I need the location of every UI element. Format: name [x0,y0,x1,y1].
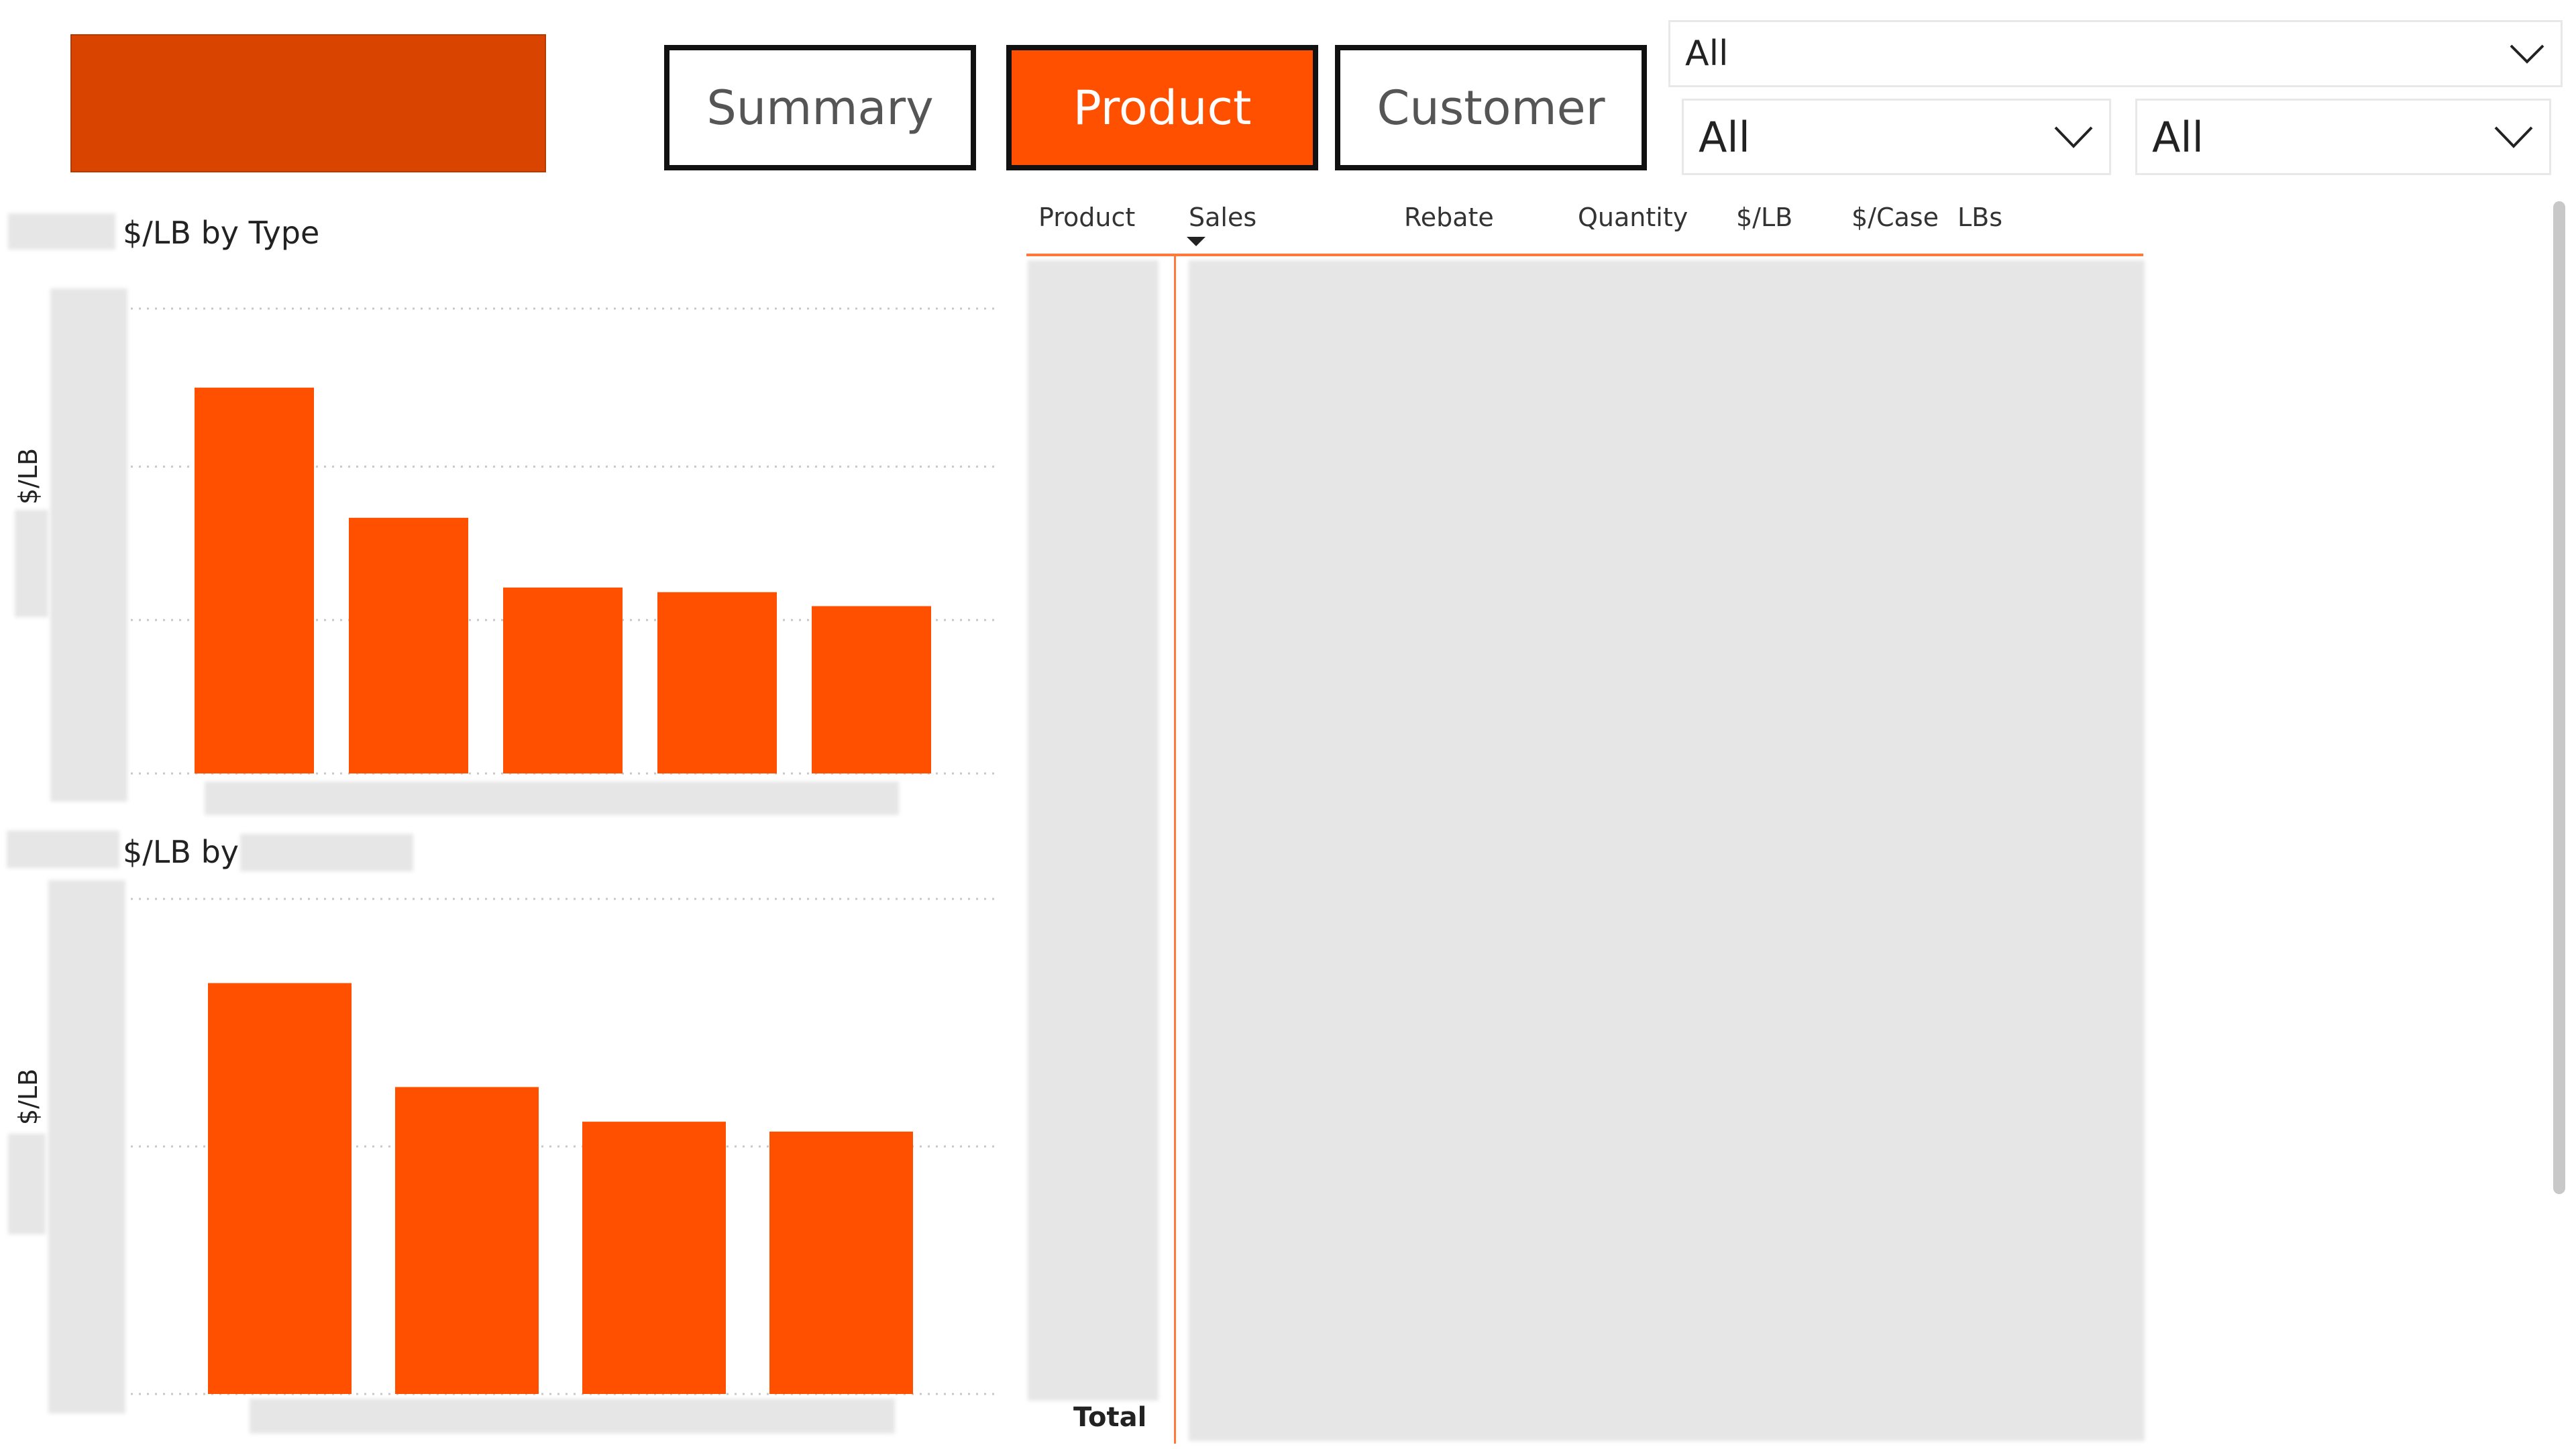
x-axis-labels-redacted [205,782,899,815]
logo-block [70,34,546,172]
chart-bars [195,387,931,773]
chart-2-y-axis-label: $/LB [13,1069,43,1125]
column-header-per-case[interactable]: $/Case [1851,203,1939,232]
table-body-redacted [1028,260,1159,1401]
chart-bar[interactable] [657,592,777,773]
chart-bar[interactable] [812,606,931,773]
chart-bar[interactable] [769,1131,913,1394]
chart-1-y-axis-label: $/LB [13,448,43,504]
chevron-down-icon [2494,126,2533,148]
column-header-rebate[interactable]: Rebate [1404,203,1494,232]
table-header-divider [1026,254,2143,256]
summary-button[interactable]: Summary [664,45,976,170]
slicer-dropdown-1[interactable]: All [1668,20,2563,87]
column-header-lbs[interactable]: LBs [1957,203,2002,232]
chart-2: $/LB [13,898,1000,1395]
column-header-sales[interactable]: Sales [1189,203,1256,232]
chart-bar[interactable] [208,983,352,1394]
product-button[interactable]: Product [1006,45,1318,170]
column-header-per-lb[interactable]: $/LB [1736,203,1792,232]
slicer-3-value: All [2152,112,2204,162]
chevron-down-icon [2054,126,2093,148]
column-header-quantity[interactable]: Quantity [1578,203,1688,232]
chart-bar[interactable] [503,587,623,773]
x-axis-labels-redacted [250,1399,895,1434]
chevron-down-icon [2510,44,2544,64]
slicer-dropdown-2[interactable]: All [1682,99,2111,175]
sort-descending-icon [1187,237,1205,246]
table-body-redacted [1189,260,2145,1441]
chart-bars [208,983,913,1394]
chart-bar[interactable] [395,1087,539,1394]
chart-1-title: $/LB by Type [123,215,320,251]
chart-bar[interactable] [582,1122,726,1394]
slicer-1-value: All [1685,34,1729,74]
table-column-divider [1174,256,1176,1444]
chart-bar[interactable] [195,387,314,773]
table-scrollbar[interactable] [2553,201,2565,1194]
chart-bar[interactable] [349,517,468,773]
customer-button[interactable]: Customer [1335,45,1647,170]
redacted-title-prefix [8,213,115,250]
table-total-label: Total [1073,1402,1147,1433]
column-header-product[interactable]: Product [1038,203,1135,232]
slicer-2-value: All [1699,112,1750,162]
slicer-dropdown-3[interactable]: All [2135,99,2551,175]
chart-1: $/LB [13,307,1000,775]
